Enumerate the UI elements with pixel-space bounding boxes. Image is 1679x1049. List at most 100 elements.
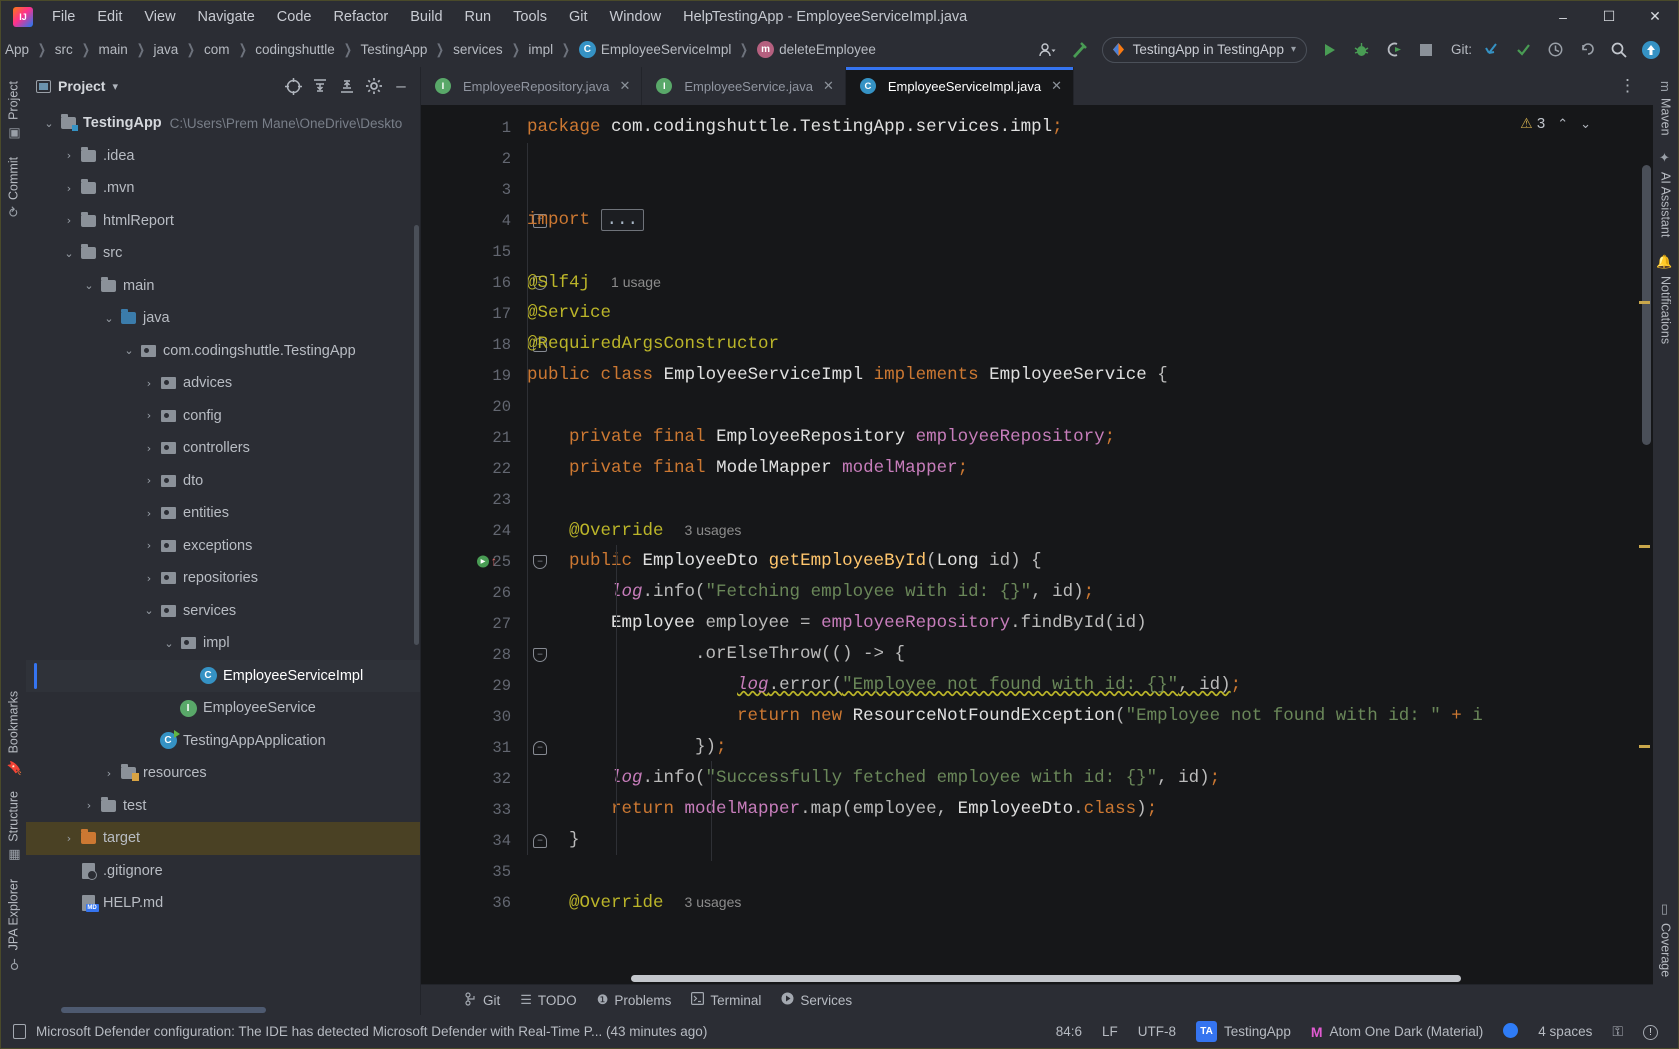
collapse-all-icon[interactable] [334,73,360,99]
chevron-right-icon[interactable]: › [60,214,78,227]
menu-refactor[interactable]: Refactor [322,6,399,28]
status-message[interactable]: Microsoft Defender configuration: The ID… [13,1024,707,1039]
breadcrumb-item-codingshuttle[interactable]: codingshuttle [251,40,337,59]
tab-employeeserviceimpl-java[interactable]: C EmployeeServiceImpl.java ✕ [845,67,1074,105]
breadcrumb-item-impl[interactable]: impl [524,40,555,59]
tree-row-main[interactable]: ⌄ main [26,270,420,303]
sidebar-tab-structure[interactable]: ▦ Structure [2,783,25,871]
sidebar-tab-bookmarks[interactable]: 🔖 Bookmarks [2,683,25,783]
folded-imports[interactable]: ... [600,209,645,231]
editor-error-stripe[interactable] [1633,105,1653,984]
tab-employeerepository-java[interactable]: I EmployeeRepository.java ✕ [421,67,643,105]
sidebar-tab-maven[interactable]: m Maven [1654,73,1677,143]
chevron-down-icon[interactable]: ⌄ [60,247,78,260]
menu-tools[interactable]: Tools [502,6,558,28]
hide-panel-icon[interactable]: – [388,73,414,99]
menu-help[interactable]: Help [672,6,724,28]
run-method-gutter-icon[interactable]: ▶ ↑ [477,554,498,569]
more-options-icon[interactable]: ⋮ [1611,76,1645,96]
tree-row-dto[interactable]: › dto [26,465,420,498]
chevron-down-icon[interactable]: ▾ [112,80,118,93]
usage-hint[interactable]: 3 usages [685,522,742,538]
chevron-right-icon[interactable]: › [140,442,158,455]
tree-row-config[interactable]: › config [26,400,420,433]
code-editor[interactable]: package com.codingshuttle.TestingApp.ser… [521,105,1633,984]
chevron-down-icon[interactable]: ⌄ [40,117,58,130]
chevron-down-icon[interactable]: ⌄ [80,279,98,292]
tree-row-repositories[interactable]: › repositories [26,562,420,595]
breadcrumb-item-src[interactable]: src [51,40,75,59]
inspection-marker[interactable] [1639,301,1650,304]
indent-widget[interactable]: 4 spaces [1528,1021,1602,1042]
tree-row-mvn[interactable]: › .mvn [26,172,420,205]
chevron-right-icon[interactable]: › [100,767,118,780]
tree-row-impl[interactable]: ⌄ impl [26,627,420,660]
breadcrumb-item-java[interactable]: java [150,40,181,59]
run-configuration-selector[interactable]: TestingApp in TestingApp ▾ [1101,36,1307,63]
breadcrumb-item-main[interactable]: main [95,40,130,59]
tree-row-exceptions[interactable]: › exceptions [26,530,420,563]
tab-employeeservice-java[interactable]: I EmployeeService.java ✕ [642,67,846,105]
project-tree-vertical-scrollbar[interactable] [414,225,419,645]
tree-row-controllers[interactable]: › controllers [26,432,420,465]
git-commit-icon[interactable] [1508,36,1538,64]
breadcrumb-item-app[interactable]: App [1,40,31,59]
settings-gear-icon[interactable] [361,73,387,99]
chevron-right-icon[interactable]: › [60,149,78,162]
caret-position[interactable]: 84:6 [1046,1021,1092,1042]
chevron-right-icon[interactable]: › [140,409,158,422]
tree-row-services[interactable]: ⌄ services [26,595,420,628]
maximize-button[interactable]: ☐ [1586,1,1632,32]
file-encoding[interactable]: UTF-8 [1128,1021,1186,1042]
chevron-right-icon[interactable]: › [80,799,98,812]
tool-window-git[interactable]: Git [455,988,510,1013]
sidebar-tab-coverage[interactable]: ▯ Coverage [1654,894,1677,985]
user-icon[interactable] [1032,36,1062,64]
sync-status-icon[interactable] [1493,1020,1528,1044]
chevron-right-icon[interactable]: › [140,572,158,585]
chevron-right-icon[interactable]: › [140,507,158,520]
line-separator[interactable]: LF [1092,1021,1128,1042]
editor-horizontal-scrollbar[interactable] [631,975,1461,982]
tree-row-entities[interactable]: › entities [26,497,420,530]
breadcrumb-item-employeeserviceimpl[interactable]: C EmployeeServiceImpl [575,39,734,60]
chevron-down-icon[interactable]: ⌄ [140,604,158,617]
breadcrumb-item-com[interactable]: com [200,40,232,59]
tool-window-todo[interactable]: ☰ TODO [510,988,586,1012]
chevron-right-icon[interactable]: › [140,539,158,552]
read-only-lock-icon[interactable]: ⚿ [1602,1020,1633,1043]
menu-file[interactable]: File [41,6,86,28]
tree-row-src[interactable]: ⌄ src [26,237,420,270]
next-problem-icon[interactable]: ⌄ [1580,116,1591,132]
inspection-marker[interactable] [1639,545,1650,548]
git-update-icon[interactable] [1476,36,1506,64]
usage-hint[interactable]: 3 usages [685,894,742,910]
tree-row-testingapp[interactable]: ⌄ TestingApp C:\Users\Prem Mane\OneDrive… [26,107,420,140]
editor-vertical-scrollbar[interactable] [1642,165,1651,445]
menu-build[interactable]: Build [399,6,453,28]
tree-row-htmlreport[interactable]: › htmlReport [26,205,420,238]
chevron-right-icon[interactable]: › [60,182,78,195]
sidebar-tab-commit[interactable]: ⟳ Commit [2,149,25,225]
git-history-icon[interactable] [1540,36,1570,64]
chevron-right-icon[interactable]: › [140,474,158,487]
sidebar-tab-notifications[interactable]: 🔔 Notifications [1654,246,1677,352]
tree-row-gitignore[interactable]: .gitignore [26,855,420,888]
chevron-down-icon[interactable]: ⌄ [120,344,138,357]
minimize-button[interactable]: – [1540,1,1586,32]
tree-row-java[interactable]: ⌄ java [26,302,420,335]
inspection-widget[interactable]: ⚠ 3 ⌃ ⌄ [1520,115,1591,132]
menu-view[interactable]: View [133,6,186,28]
inspection-widget-icon[interactable]: ! [1633,1020,1668,1043]
close-icon[interactable]: ✕ [823,78,834,94]
search-icon[interactable] [1604,36,1634,64]
chevron-down-icon[interactable]: ⌄ [160,637,178,650]
menu-run[interactable]: Run [454,6,503,28]
chevron-down-icon[interactable]: ⌄ [100,312,118,325]
breadcrumb-item-testingapp[interactable]: TestingApp [357,40,430,59]
menu-edit[interactable]: Edit [86,6,133,28]
tree-row-testingappapplication[interactable]: C TestingAppApplication [26,725,420,758]
menu-window[interactable]: Window [599,6,673,28]
expand-all-icon[interactable] [307,73,333,99]
debug-button[interactable] [1347,36,1377,64]
